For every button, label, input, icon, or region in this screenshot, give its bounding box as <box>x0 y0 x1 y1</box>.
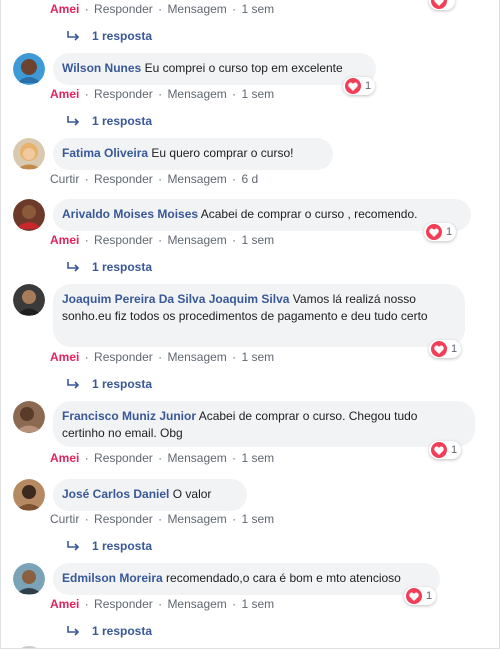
comment-text: Eu quero comprar o curso! <box>151 146 294 160</box>
view-replies-link[interactable]: 1 resposta <box>67 377 152 391</box>
reply-button[interactable]: Responder <box>94 87 153 101</box>
message-button[interactable]: Mensagem <box>167 87 226 101</box>
heart-icon <box>431 0 447 9</box>
comment-time[interactable]: 1 sem <box>242 87 275 101</box>
reaction-count[interactable]: 1 <box>404 587 437 605</box>
reply-button[interactable]: Responder <box>94 233 153 247</box>
heart-icon <box>345 78 361 94</box>
avatar[interactable] <box>13 284 45 316</box>
love-button[interactable]: Amei <box>50 451 79 465</box>
reaction-count[interactable]: 1 <box>343 77 376 95</box>
comment-time[interactable]: 1 sem <box>242 597 275 611</box>
view-replies-link[interactable]: 1 resposta <box>67 539 152 553</box>
avatar[interactable] <box>13 563 45 595</box>
comment-bubble: Francisco Muniz Junior Acabei de comprar… <box>53 401 475 447</box>
comment-actions: Amei · Responder · Mensagem · 1 sem <box>50 2 275 16</box>
comment-author[interactable]: Arivaldo Moises Moises <box>62 207 198 221</box>
comment-author[interactable]: Edmilson Moreira <box>62 571 163 585</box>
comment-author[interactable]: Fatima Oliveira <box>62 146 148 160</box>
reaction-count[interactable] <box>429 0 455 10</box>
comment-bubble: Joaquim Pereira Da Silva Joaquim Silva V… <box>53 284 465 347</box>
comment-actions: Curtir · Responder · Mensagem · 1 sem <box>50 512 275 526</box>
message-button[interactable]: Mensagem <box>167 597 226 611</box>
view-replies-link[interactable]: 1 resposta <box>67 624 152 638</box>
comment-time[interactable]: 1 sem <box>242 451 275 465</box>
comment-text: O valor <box>172 487 212 501</box>
replies-count: 1 resposta <box>92 29 153 43</box>
comment-bubble: Edmilson Moreira recomendado,o cara é bo… <box>53 563 440 595</box>
comment-time[interactable]: 1 sem <box>242 350 275 364</box>
reaction-count[interactable]: 1 <box>424 223 457 241</box>
comment-actions: Curtir · Responder · Mensagem · 6 d <box>50 172 259 186</box>
like-button[interactable]: Curtir <box>50 172 79 186</box>
love-button[interactable]: Amei <box>50 2 79 16</box>
comment-actions: Amei · Responder · Mensagem · 1 sem <box>50 87 275 101</box>
reply-button[interactable]: Responder <box>94 512 153 526</box>
comment-author[interactable]: Wilson Nunes <box>62 61 141 75</box>
reply-button[interactable]: Responder <box>94 172 153 186</box>
comment-bubble: Arivaldo Moises Moises Acabei de comprar… <box>53 199 471 231</box>
reaction-count[interactable]: 1 <box>429 441 462 459</box>
replies-count: 1 resposta <box>92 377 153 391</box>
love-button[interactable]: Amei <box>50 597 79 611</box>
reply-button[interactable]: Responder <box>94 350 153 364</box>
comment-bubble: José Carlos Daniel O valor <box>53 479 247 511</box>
message-button[interactable]: Mensagem <box>167 512 226 526</box>
replies-count: 1 resposta <box>92 624 153 638</box>
reply-arrow-icon <box>67 116 80 126</box>
like-button[interactable]: Curtir <box>50 512 79 526</box>
heart-icon <box>406 588 422 604</box>
message-button[interactable]: Mensagem <box>167 2 226 16</box>
reply-button[interactable]: Responder <box>94 597 153 611</box>
view-replies-link[interactable]: 1 resposta <box>67 260 152 274</box>
comment-author[interactable]: Francisco Muniz Junior <box>62 409 196 423</box>
comments-panel: Amei · Responder · Mensagem · 1 sem 1 re… <box>0 0 500 649</box>
view-replies-link[interactable]: 1 resposta <box>67 114 152 128</box>
avatar[interactable] <box>13 646 45 648</box>
comment-actions: Amei · Responder · Mensagem · 1 sem <box>50 451 275 465</box>
comment-text: Acabei de comprar o curso , recomendo. <box>200 207 418 221</box>
replies-count: 1 resposta <box>92 539 153 553</box>
reply-arrow-icon <box>67 379 80 389</box>
heart-icon <box>426 224 442 240</box>
reply-arrow-icon <box>67 31 80 41</box>
message-button[interactable]: Mensagem <box>167 350 226 364</box>
heart-icon <box>431 341 447 357</box>
message-button[interactable]: Mensagem <box>167 451 226 465</box>
comment-time[interactable]: 6 d <box>242 172 259 186</box>
replies-count: 1 resposta <box>92 114 153 128</box>
avatar[interactable] <box>13 138 45 170</box>
reply-arrow-icon <box>67 626 80 636</box>
avatar[interactable] <box>13 53 45 85</box>
comment-bubble: Wilson Nunes Eu comprei o curso top em e… <box>53 53 376 85</box>
reply-arrow-icon <box>67 541 80 551</box>
comment-author[interactable]: Joaquim Pereira Da Silva Joaquim Silva <box>62 292 289 306</box>
replies-count: 1 resposta <box>92 260 153 274</box>
comment-actions: Amei · Responder · Mensagem · 1 sem <box>50 350 275 364</box>
comment-time[interactable]: 1 sem <box>242 2 275 16</box>
reply-button[interactable]: Responder <box>94 2 153 16</box>
comment-bubble: Fatima Oliveira Eu quero comprar o curso… <box>53 138 333 170</box>
comment-time[interactable]: 1 sem <box>242 233 275 247</box>
avatar[interactable] <box>13 199 45 231</box>
comment-time[interactable]: 1 sem <box>242 512 275 526</box>
message-button[interactable]: Mensagem <box>167 172 226 186</box>
reaction-count[interactable]: 1 <box>429 340 462 358</box>
avatar[interactable] <box>13 479 45 511</box>
comment-text: Eu comprei o curso top em excelente <box>144 61 343 75</box>
view-replies-link[interactable]: 1 resposta <box>67 29 152 43</box>
love-button[interactable]: Amei <box>50 233 79 247</box>
comment-author[interactable]: José Carlos Daniel <box>62 487 169 501</box>
reply-button[interactable]: Responder <box>94 451 153 465</box>
comment-actions: Amei · Responder · Mensagem · 1 sem <box>50 597 275 611</box>
love-button[interactable]: Amei <box>50 350 79 364</box>
message-button[interactable]: Mensagem <box>167 233 226 247</box>
love-button[interactable]: Amei <box>50 87 79 101</box>
heart-icon <box>431 442 447 458</box>
comment-actions: Amei · Responder · Mensagem · 1 sem <box>50 233 275 247</box>
comment-text: recomendado,o cara é bom e mto atencioso <box>166 571 401 585</box>
reply-arrow-icon <box>67 262 80 272</box>
avatar[interactable] <box>13 401 45 433</box>
